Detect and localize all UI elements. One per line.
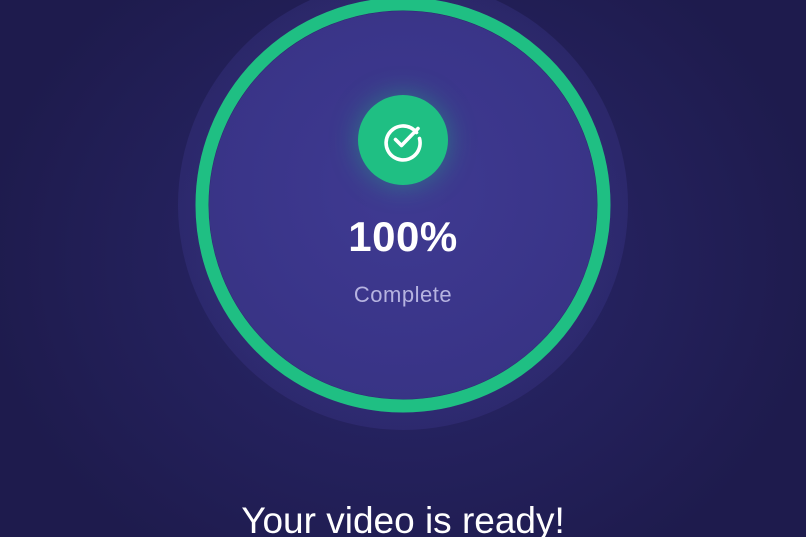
success-badge xyxy=(358,95,448,185)
render-complete-screen: 100% Complete Your video is ready! xyxy=(0,0,806,537)
ready-headline: Your video is ready! xyxy=(241,500,565,537)
progress-ring xyxy=(195,0,611,413)
progress-percent: 100% xyxy=(348,213,458,260)
progress-ring-fill xyxy=(195,0,611,413)
progress-status: Complete xyxy=(353,282,453,307)
check-circle-icon xyxy=(384,124,422,162)
